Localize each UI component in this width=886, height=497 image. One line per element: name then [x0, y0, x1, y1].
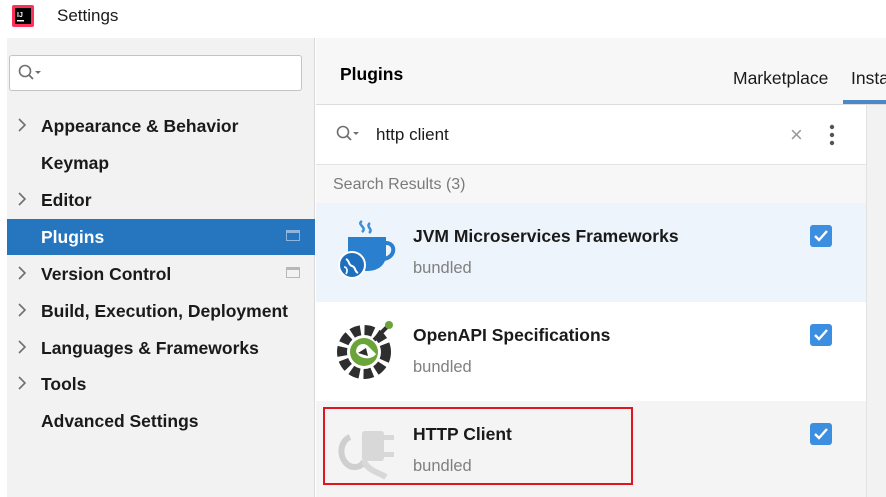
sidebar-item-keymap[interactable]: Keymap [7, 145, 315, 181]
intellij-idea-icon: IJ [12, 5, 34, 27]
tab-marketplace[interactable]: Marketplace [733, 68, 828, 89]
sidebar-item-label: Advanced Settings [41, 411, 199, 431]
plugin-details-gutter [866, 105, 886, 497]
sidebar-item-version-control[interactable]: Version Control [7, 256, 315, 292]
plugin-name: JVM Microservices Frameworks [413, 226, 679, 246]
plugin-enabled-checkbox[interactable] [810, 423, 832, 445]
svg-text:IJ: IJ [17, 12, 23, 19]
project-settings-icon [286, 267, 300, 278]
active-tab-indicator [843, 100, 886, 104]
jvm-microservices-icon [338, 219, 396, 279]
sidebar-item-label: Plugins [41, 227, 105, 247]
plugins-header: Plugins Marketplace Insta [316, 38, 886, 105]
checkmark-icon [814, 329, 828, 341]
highlight-annotation [323, 407, 633, 485]
sidebar-item-languages-frameworks[interactable]: Languages & Frameworks [7, 330, 315, 366]
checkmark-icon [814, 230, 828, 242]
chevron-right-icon [18, 192, 27, 206]
window-title: Settings [57, 6, 119, 25]
sidebar-item-advanced-settings[interactable]: Advanced Settings [7, 403, 315, 439]
sidebar-item-label: Tools [41, 374, 87, 394]
search-results-header: Search Results (3) [316, 165, 866, 203]
search-results-count: Search Results (3) [333, 176, 466, 193]
search-icon [18, 64, 41, 80]
page-title: Plugins [340, 64, 404, 84]
sidebar-item-label: Editor [41, 190, 92, 210]
sidebar-item-label: Appearance & Behavior [41, 116, 239, 136]
sidebar-item-appearance-behavior[interactable]: Appearance & Behavior [7, 108, 315, 144]
chevron-right-icon [18, 376, 27, 390]
chevron-right-icon [18, 303, 27, 317]
project-settings-icon [286, 230, 300, 241]
sidebar-item-build-execution-deployment[interactable]: Build, Execution, Deployment [7, 293, 315, 329]
openapi-icon [337, 321, 393, 379]
sidebar-item-label: Keymap [41, 153, 110, 173]
plugin-row-openapi[interactable]: OpenAPI Specifications bundled [316, 302, 866, 401]
plugin-enabled-checkbox[interactable] [810, 324, 832, 346]
chevron-right-icon [18, 266, 27, 280]
settings-sidebar: Appearance & Behavior Keymap Editor Plug… [7, 38, 315, 497]
plugin-search-input[interactable] [376, 125, 756, 145]
more-vertical-icon[interactable] [826, 123, 838, 149]
chevron-right-icon [18, 118, 27, 132]
sidebar-item-label: Languages & Frameworks [41, 338, 259, 358]
plugin-search-bar: × [316, 105, 866, 165]
sidebar-search-field[interactable] [9, 55, 302, 91]
plugin-name: OpenAPI Specifications [413, 325, 611, 345]
plugin-row-jvm-microservices[interactable]: JVM Microservices Frameworks bundled [316, 203, 866, 302]
sidebar-item-editor[interactable]: Editor [7, 182, 315, 218]
plugin-status: bundled [413, 358, 472, 376]
sidebar-item-label: Build, Execution, Deployment [41, 301, 288, 321]
plugin-status: bundled [413, 259, 472, 277]
search-icon [336, 125, 359, 141]
plugin-enabled-checkbox[interactable] [810, 225, 832, 247]
title-bar: IJ Settings [0, 0, 886, 38]
sidebar-item-plugins[interactable]: Plugins [7, 219, 315, 255]
checkmark-icon [814, 428, 828, 440]
close-icon[interactable]: × [790, 122, 803, 148]
sidebar-item-label: Version Control [41, 264, 172, 284]
chevron-right-icon [18, 340, 27, 354]
tab-installed[interactable]: Insta [851, 68, 886, 89]
sidebar-item-tools[interactable]: Tools [7, 366, 315, 402]
